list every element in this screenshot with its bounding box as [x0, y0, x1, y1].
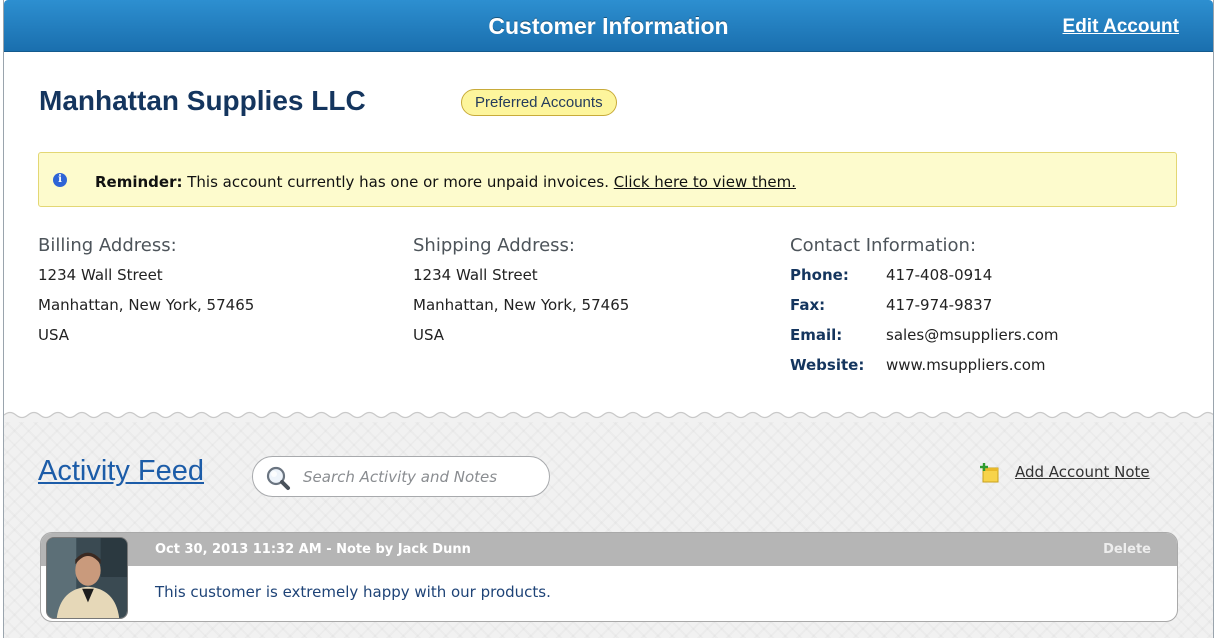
website-label: Website:: [790, 356, 865, 374]
email-label: Email:: [790, 326, 843, 344]
shipping-address: Shipping Address: 1234 Wall Street Manha…: [413, 235, 629, 355]
info-icon: i: [53, 173, 67, 187]
activity-search-input[interactable]: [303, 466, 539, 488]
add-note-icon: [980, 463, 999, 483]
shipping-address-heading: Shipping Address:: [413, 235, 575, 256]
phone-value: 417-408-0914: [886, 266, 993, 284]
section-divider-wave: [4, 411, 1213, 422]
note-meta: Oct 30, 2013 11:32 AM - Note by Jack Dun…: [155, 542, 471, 557]
note-body: This customer is extremely happy with ou…: [155, 583, 551, 601]
page-title: Customer Information: [488, 13, 729, 39]
view-unpaid-invoices-link[interactable]: Click here to view them.: [614, 173, 796, 191]
panel-header: Customer Information Edit Account: [4, 0, 1213, 52]
edit-account-link[interactable]: Edit Account: [1063, 16, 1179, 38]
billing-street: 1234 Wall Street: [38, 266, 163, 284]
add-account-note-label: Add Account Note: [1015, 463, 1150, 481]
contact-row-email: Email: sales@msuppliers.com: [790, 325, 1059, 355]
contact-information-heading: Contact Information:: [790, 235, 977, 256]
note-header-bar: Oct 30, 2013 11:32 AM - Note by Jack Dun…: [41, 533, 1177, 566]
billing-country: USA: [38, 326, 70, 344]
contact-information: Contact Information: Phone: 417-408-0914 …: [790, 235, 1059, 385]
company-name: Manhattan Supplies LLC: [39, 85, 366, 116]
shipping-country: USA: [413, 326, 445, 344]
fax-label: Fax:: [790, 296, 826, 314]
reminder-label: Reminder:: [95, 173, 183, 191]
account-type-badge: Preferred Accounts: [461, 89, 617, 116]
fax-value: 417-974-9837: [886, 296, 993, 314]
reminder-message: Reminder: This account currently has one…: [95, 173, 796, 191]
billing-address-heading: Billing Address:: [38, 235, 177, 256]
website-value: www.msuppliers.com: [886, 356, 1046, 374]
delete-note-button[interactable]: Delete: [1103, 542, 1151, 557]
search-icon: [266, 466, 290, 490]
activity-feed-title[interactable]: Activity Feed: [38, 455, 204, 488]
shipping-city: Manhattan, New York, 57465: [413, 296, 630, 314]
avatar: [46, 537, 128, 619]
phone-label: Phone:: [790, 266, 849, 284]
reminder-text: This account currently has one or more u…: [187, 173, 609, 191]
contact-row-website: Website: www.msuppliers.com: [790, 355, 1059, 385]
activity-note: Oct 30, 2013 11:32 AM - Note by Jack Dun…: [40, 532, 1178, 622]
billing-city: Manhattan, New York, 57465: [38, 296, 255, 314]
contact-row-fax: Fax: 417-974-9837: [790, 295, 1059, 325]
customer-information-panel: Customer Information Edit Account Manhat…: [3, 0, 1214, 638]
activity-search-box[interactable]: [252, 456, 550, 497]
contact-row-phone: Phone: 417-408-0914: [790, 265, 1059, 295]
billing-address: Billing Address: 1234 Wall Street Manhat…: [38, 235, 254, 355]
shipping-street: 1234 Wall Street: [413, 266, 538, 284]
email-value: sales@msuppliers.com: [886, 326, 1059, 344]
reminder-banner: i Reminder: This account currently has o…: [38, 152, 1177, 207]
